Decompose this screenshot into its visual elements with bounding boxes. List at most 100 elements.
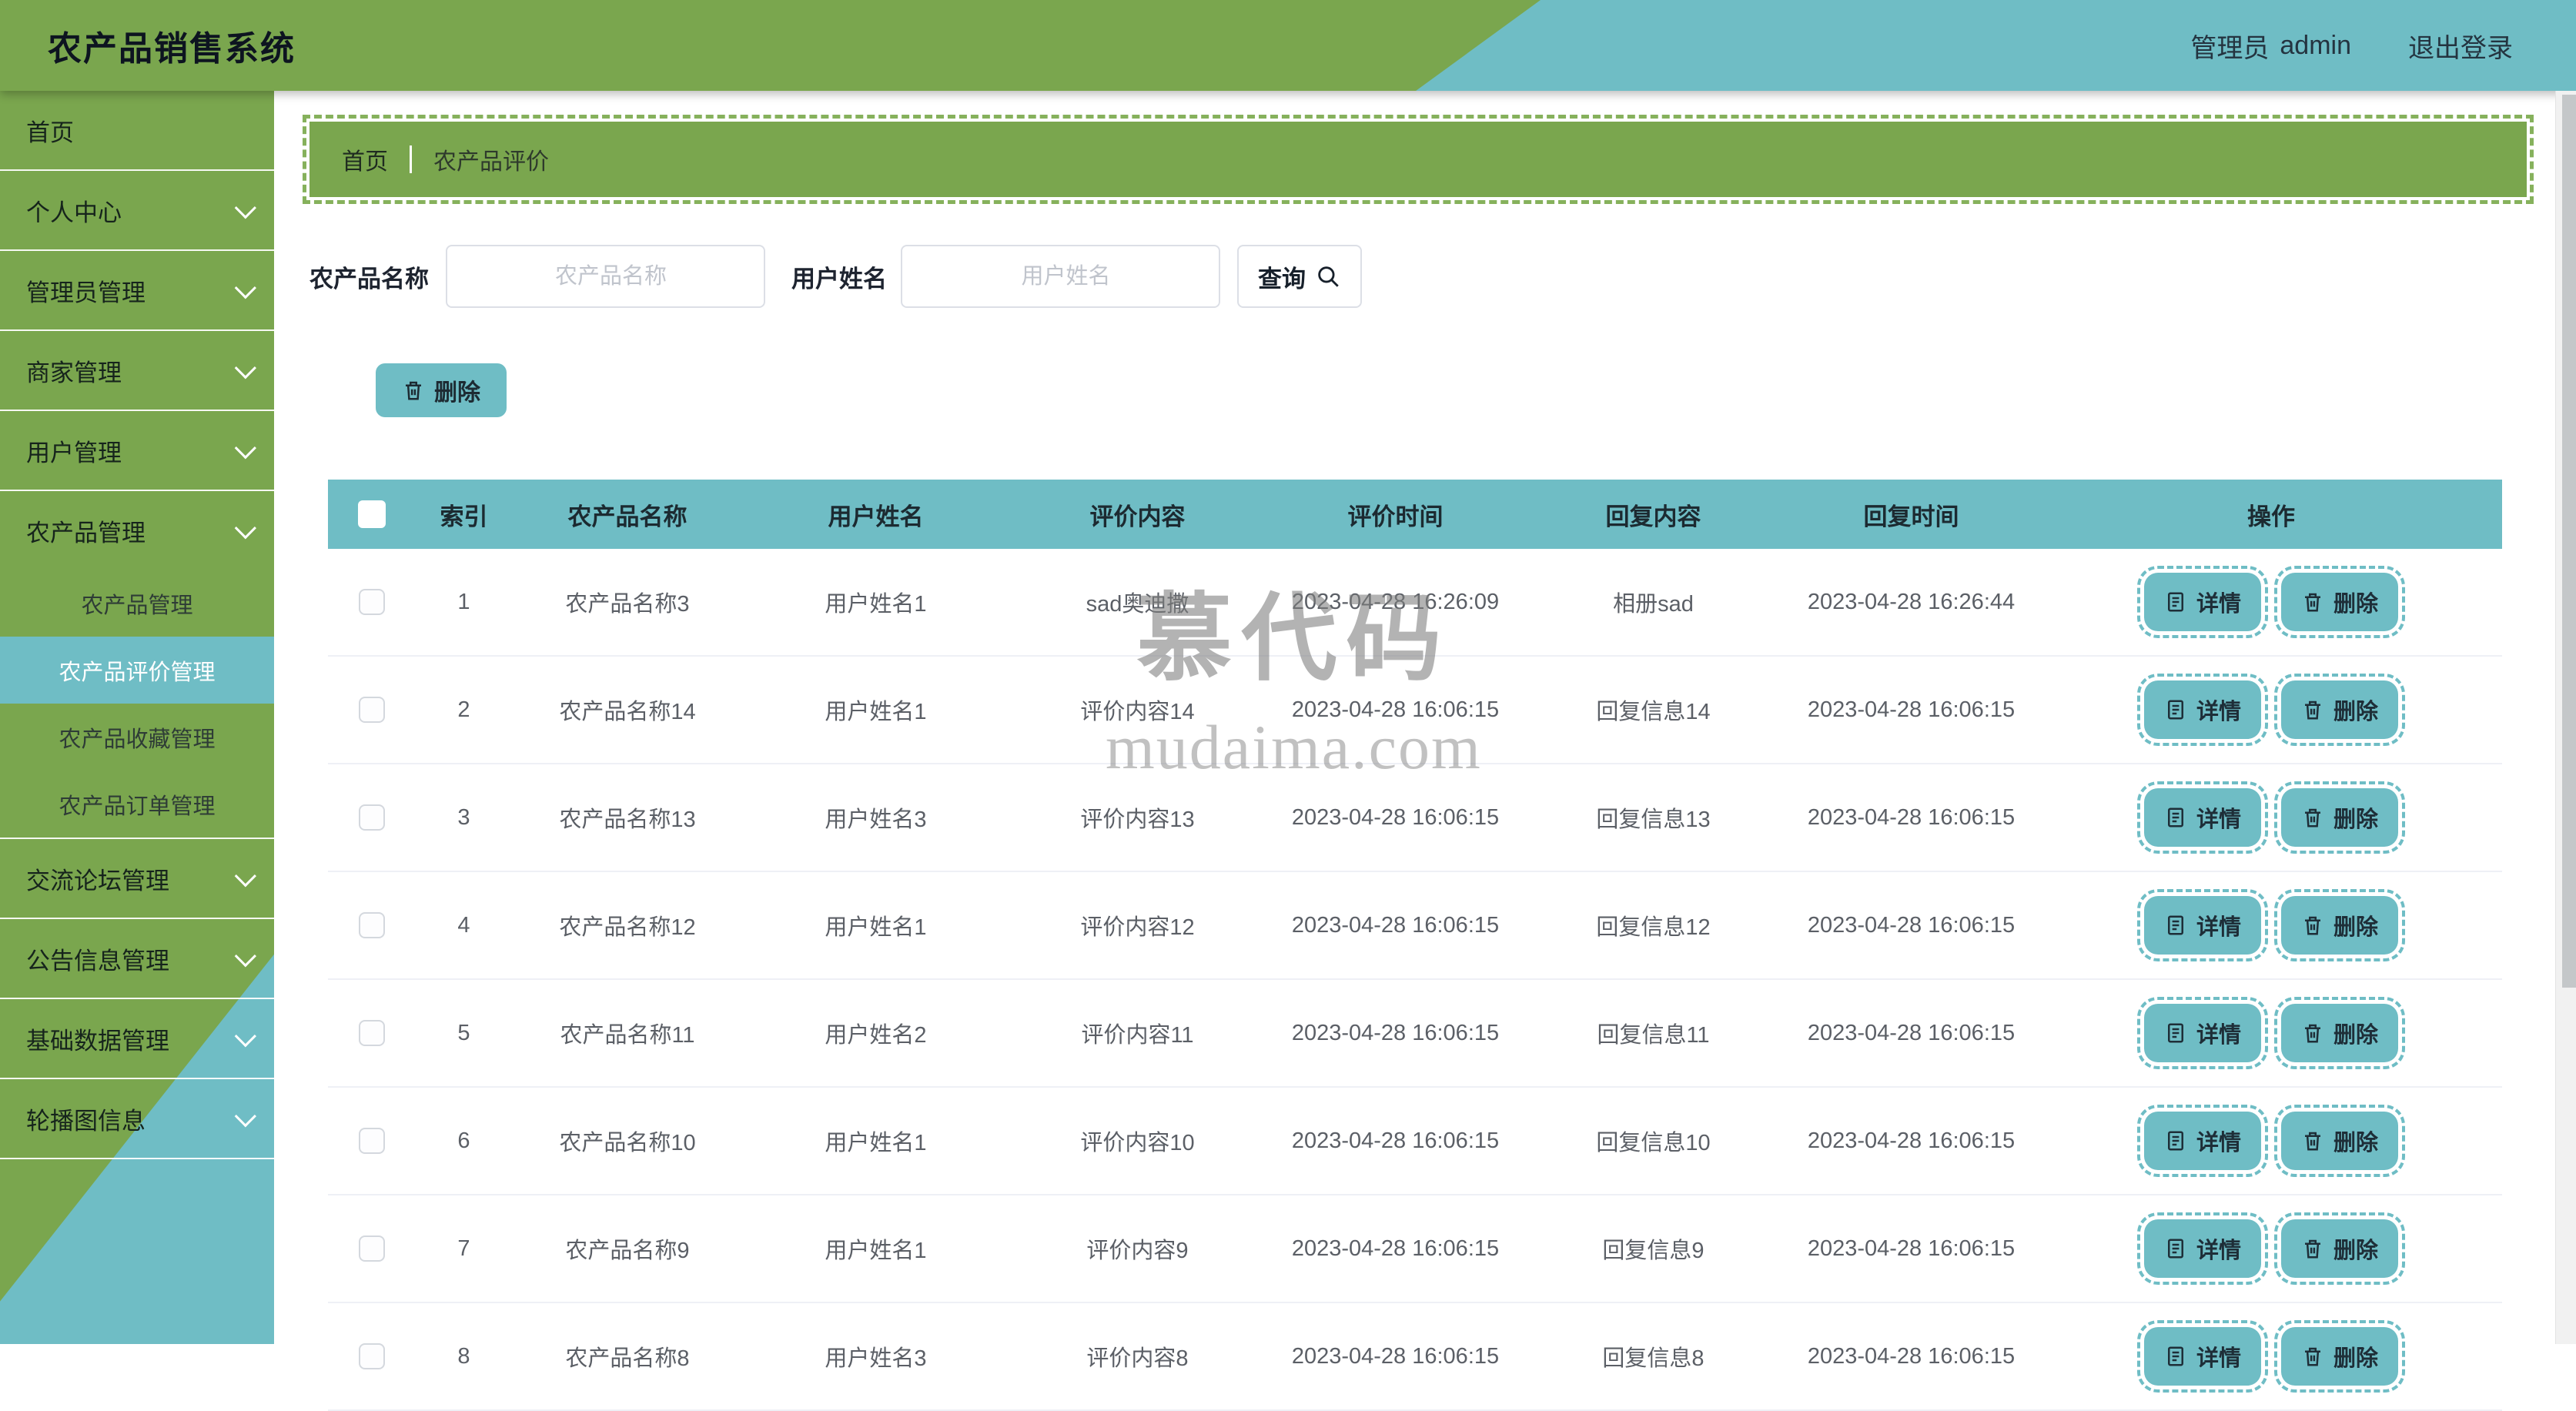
logout-button[interactable]: 退出登录: [2408, 27, 2513, 65]
sidebar-item-商家管理[interactable]: 商家管理: [0, 331, 274, 411]
query-button-label: 查询: [1258, 265, 1306, 293]
user-name-label: 用户姓名: [791, 265, 887, 293]
corner-wing-decoration: [357, 402, 391, 436]
col-header-reply-time: 回复时间: [1863, 503, 1959, 530]
sidebar-item-个人中心[interactable]: 个人中心: [0, 171, 274, 251]
sidebar-item-用户管理[interactable]: 用户管理: [0, 411, 274, 491]
sidebar-item-管理员管理[interactable]: 管理员管理: [0, 251, 274, 331]
delete-button[interactable]: 删除: [2274, 1212, 2405, 1285]
row-checkbox-cell: [328, 697, 416, 723]
product-name-input[interactable]: [464, 262, 758, 290]
delete-button[interactable]: 删除: [2274, 781, 2405, 854]
row-checkbox[interactable]: [359, 1020, 385, 1046]
sidebar-item-label: 首页: [26, 119, 74, 146]
cell-reply: 相册sad: [1613, 592, 1694, 617]
document-icon: [2167, 1239, 2183, 1259]
cell-user: 用户姓名1: [825, 700, 927, 724]
sidebar-item-基础数据管理[interactable]: 基础数据管理: [0, 999, 274, 1079]
delete-button[interactable]: 删除: [2274, 1105, 2405, 1177]
sidebar-item-label: 用户管理: [26, 439, 122, 466]
row-checkbox[interactable]: [359, 804, 385, 831]
cell-content: 评价内容12: [1080, 915, 1195, 940]
row-checkbox[interactable]: [359, 912, 385, 938]
cell-time: 2023-04-28 16:06:15: [1291, 1128, 1500, 1153]
cell-content: 评价内容10: [1080, 1131, 1195, 1155]
delete-button[interactable]: 删除: [2274, 997, 2405, 1069]
sidebar-subitem-农产品评价管理[interactable]: 农产品评价管理: [0, 637, 274, 704]
sidebar-item-label: 农产品管理: [26, 519, 146, 547]
trash-icon: [2304, 1347, 2320, 1366]
trash-icon: [406, 381, 421, 400]
row-checkbox[interactable]: [359, 1235, 385, 1262]
cell-reply: 回复信息8: [1602, 1346, 1705, 1371]
scrollbar-thumb[interactable]: [2562, 95, 2576, 988]
delete-button-label: 删除: [2333, 1346, 2378, 1371]
main-content: 首页 农产品评价 农产品名称 用户姓名 查询 删除: [274, 91, 2556, 1411]
sidebar: 首页 个人中心 管理员管理 商家管理 用户管理 农产品管理 农产品管理 农产品评价管理 农产品收…: [0, 91, 274, 1344]
user-name-input[interactable]: [919, 262, 1213, 290]
sidebar-item-轮播图信息[interactable]: 轮播图信息: [0, 1079, 274, 1159]
chevron-down-icon: [234, 437, 256, 460]
cell-product: 农产品名称12: [559, 915, 696, 940]
sidebar-item-label: 交流论坛管理: [26, 867, 169, 894]
sidebar-item-交流论坛管理[interactable]: 交流论坛管理: [0, 839, 274, 919]
delete-button-label: 删除: [2333, 1131, 2378, 1155]
breadcrumb-home[interactable]: 首页: [342, 142, 388, 176]
row-checkbox-cell: [328, 1343, 416, 1369]
chevron-down-icon: [234, 197, 256, 219]
row-checkbox[interactable]: [359, 697, 385, 723]
sidebar-subitem-农产品订单管理[interactable]: 农产品订单管理: [0, 771, 274, 838]
delete-button[interactable]: 删除: [2274, 1320, 2405, 1393]
detail-button[interactable]: 详情: [2137, 1105, 2268, 1177]
cell-reply-time: 2023-04-28 16:06:15: [1807, 1343, 2016, 1369]
cell-reply-time: 2023-04-28 16:06:15: [1807, 912, 2016, 938]
cell-index: 2: [457, 697, 470, 722]
batch-delete-button[interactable]: 删除: [357, 345, 507, 417]
sidebar-item-公告信息管理[interactable]: 公告信息管理: [0, 919, 274, 999]
vertical-scrollbar[interactable]: [2555, 91, 2576, 1344]
detail-button[interactable]: 详情: [2137, 781, 2268, 854]
table-toolbar: 删除: [357, 345, 507, 417]
row-checkbox[interactable]: [359, 1343, 385, 1369]
query-button[interactable]: 查询: [1237, 245, 1362, 308]
cell-product: 农产品名称13: [559, 807, 696, 832]
detail-button[interactable]: 详情: [2137, 997, 2268, 1069]
cell-actions: 详情 删除: [2040, 674, 2502, 746]
document-icon: [2167, 915, 2183, 935]
detail-button[interactable]: 详情: [2137, 674, 2268, 746]
row-checkbox-cell: [328, 589, 416, 615]
review-table: 索引 农产品名称 用户姓名 评价内容 评价时间 回复内容 回复时间 操作 1 农产…: [328, 480, 2502, 1411]
col-header-reply: 回复内容: [1605, 503, 1701, 530]
cell-product: 农产品名称8: [565, 1346, 690, 1371]
cell-reply-time: 2023-04-28 16:06:15: [1807, 1020, 2016, 1045]
cell-reply-time: 2023-04-28 16:26:44: [1807, 589, 2016, 614]
product-name-label: 农产品名称: [309, 265, 429, 293]
cell-product: 农产品名称9: [565, 1239, 690, 1263]
sidebar-submenu: 农产品管理 农产品评价管理 农产品收藏管理 农产品订单管理: [0, 570, 274, 839]
delete-button[interactable]: 删除: [2274, 674, 2405, 746]
detail-button[interactable]: 详情: [2137, 1212, 2268, 1285]
breadcrumb: 首页 农产品评价: [303, 115, 2534, 204]
breadcrumb-separator: [410, 145, 412, 173]
delete-button[interactable]: 删除: [2274, 889, 2405, 961]
row-checkbox-cell: [328, 912, 416, 938]
row-checkbox[interactable]: [359, 1128, 385, 1154]
sidebar-subitem-农产品收藏管理[interactable]: 农产品收藏管理: [0, 704, 274, 771]
detail-button[interactable]: 详情: [2137, 566, 2268, 638]
chevron-down-icon: [234, 945, 256, 968]
detail-button[interactable]: 详情: [2137, 889, 2268, 961]
cell-index: 1: [457, 589, 470, 614]
header-checkbox-cell: [328, 500, 416, 528]
row-checkbox-cell: [328, 804, 416, 831]
cell-user: 用户姓名3: [825, 1346, 927, 1371]
sidebar-item-农产品管理[interactable]: 农产品管理: [0, 491, 274, 570]
select-all-checkbox[interactable]: [358, 500, 386, 528]
document-icon: [2167, 807, 2183, 828]
delete-button[interactable]: 删除: [2274, 566, 2405, 638]
detail-button[interactable]: 详情: [2137, 1320, 2268, 1393]
sidebar-item-首页[interactable]: 首页: [0, 91, 274, 171]
row-checkbox[interactable]: [359, 589, 385, 615]
sidebar-subitem-农产品管理[interactable]: 农产品管理: [0, 570, 274, 637]
row-checkbox-cell: [328, 1020, 416, 1046]
chevron-down-icon: [234, 517, 256, 540]
